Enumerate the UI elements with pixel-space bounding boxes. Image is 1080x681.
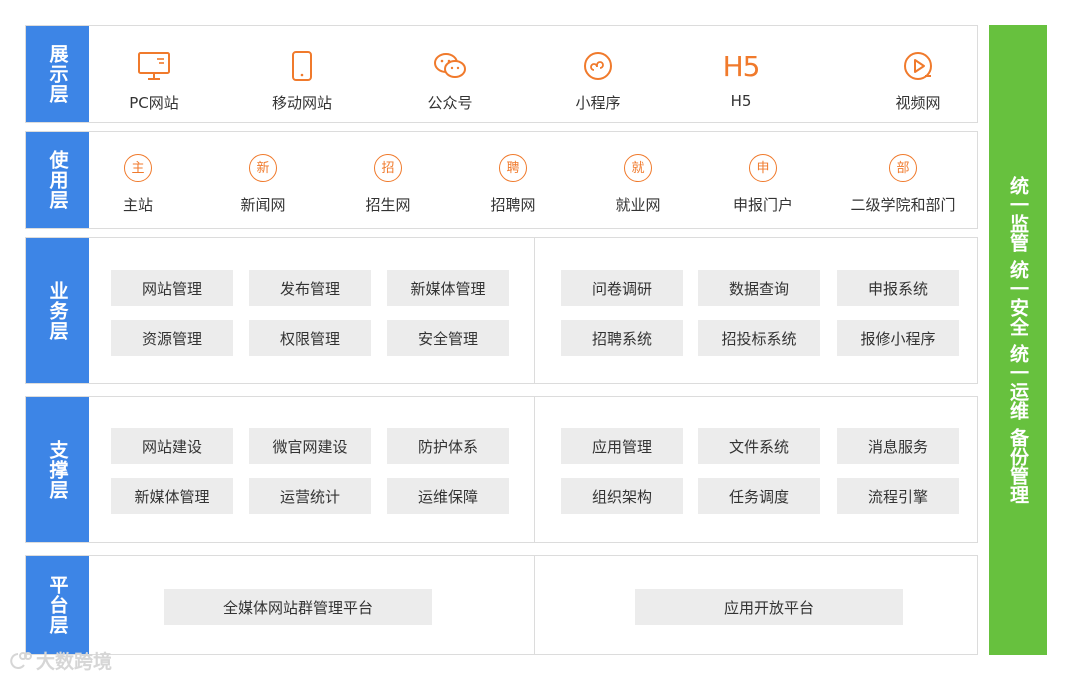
platform-module-open: 应用开放平台 — [635, 589, 903, 625]
platform-module-media: 全媒体网站群管理平台 — [164, 589, 432, 625]
support-module: 网站建设 — [111, 428, 233, 464]
right-bar-item: 备份管理 — [1007, 428, 1029, 504]
watermark-logo-icon — [10, 651, 32, 669]
usage-label: 招生网 — [365, 196, 411, 214]
support-module: 文件系统 — [698, 428, 820, 464]
display-label-mobile: 移动网站 — [271, 94, 332, 112]
usage-label: 就业网 — [615, 196, 661, 214]
badge-icon: 主 — [124, 154, 152, 182]
badge-icon: 招 — [374, 154, 402, 182]
support-module: 微官网建设 — [249, 428, 371, 464]
support-module: 组织架构 — [561, 478, 683, 514]
right-bar-item: 统一安全 — [1007, 260, 1029, 336]
display-item-pc: PC网站 — [99, 46, 209, 113]
right-bar-item: 统一运维 — [1007, 344, 1029, 420]
usage-layer: 使用层 主 主站 新 新闻网 招 招生网 聘 招聘网 就 就业网 申 申报门户 … — [25, 131, 978, 229]
support-module: 任务调度 — [698, 478, 820, 514]
usage-item: 就 就业网 — [583, 148, 693, 215]
usage-item: 招 招生网 — [333, 148, 443, 215]
layer-label-display: 展示层 — [26, 26, 89, 122]
display-label-mini-program: 小程序 — [575, 94, 621, 112]
support-module: 应用管理 — [561, 428, 683, 464]
display-item-mini-program: 小程序 — [543, 46, 653, 113]
support-layer: 支撑层 网站建设 微官网建设 防护体系 新媒体管理 运营统计 运维保障 应用管理… — [25, 396, 978, 543]
usage-label: 申报门户 — [732, 196, 793, 214]
business-module: 发布管理 — [249, 270, 371, 306]
business-module: 报修小程序 — [837, 320, 959, 356]
display-label-pc: PC网站 — [129, 94, 179, 112]
mobile-phone-icon — [292, 51, 312, 81]
badge-icon: 部 — [889, 154, 917, 182]
support-module: 消息服务 — [837, 428, 959, 464]
business-module: 资源管理 — [111, 320, 233, 356]
display-item-mobile: 移动网站 — [247, 46, 357, 113]
usage-label: 二级学院和部门 — [850, 196, 956, 214]
business-module: 数据查询 — [698, 270, 820, 306]
business-module: 招聘系统 — [561, 320, 683, 356]
usage-item: 聘 招聘网 — [458, 148, 568, 215]
display-items: PC网站 移动网站 公众号 小程序 H5 H5 视频网 — [89, 26, 977, 122]
support-module: 运营统计 — [249, 478, 371, 514]
layer-divider — [534, 556, 535, 654]
layer-label-business: 业务层 — [26, 238, 89, 383]
usage-label: 主站 — [122, 196, 153, 214]
badge-icon: 就 — [624, 154, 652, 182]
display-item-video: 视频网 — [863, 46, 973, 113]
usage-item: 新 新闻网 — [208, 148, 318, 215]
business-module: 网站管理 — [111, 270, 233, 306]
support-module: 运维保障 — [387, 478, 509, 514]
watermark-text: 大数跨境 — [36, 651, 113, 673]
business-module: 权限管理 — [249, 320, 371, 356]
badge-icon: 申 — [749, 154, 777, 182]
usage-label: 新闻网 — [240, 196, 286, 214]
platform-layer: 平台层 全媒体网站群管理平台 应用开放平台 — [25, 555, 978, 655]
business-module: 问卷调研 — [561, 270, 683, 306]
usage-item: 主 主站 — [83, 148, 193, 215]
support-module: 流程引擎 — [837, 478, 959, 514]
h5-icon: H5 — [722, 49, 761, 83]
display-item-h5: H5 H5 — [686, 46, 796, 111]
mini-program-icon — [584, 52, 612, 80]
usage-item: 部 二级学院和部门 — [833, 148, 973, 215]
layer-divider — [534, 238, 535, 383]
watermark: 大数跨境 — [8, 647, 112, 674]
support-module: 新媒体管理 — [111, 478, 233, 514]
display-label-video: 视频网 — [895, 94, 941, 112]
usage-items: 主 主站 新 新闻网 招 招生网 聘 招聘网 就 就业网 申 申报门户 部 二级… — [89, 132, 977, 228]
support-module: 防护体系 — [387, 428, 509, 464]
badge-icon: 新 — [249, 154, 277, 182]
display-layer: 展示层 PC网站 移动网站 公众号 小程序 H5 H5 视频网 — [25, 25, 978, 123]
layer-label-support: 支撑层 — [26, 397, 89, 542]
usage-label: 招聘网 — [490, 196, 536, 214]
wechat-icon — [434, 53, 466, 78]
unified-management-bar: 统一监管 统一安全 统一运维 备份管理 — [989, 25, 1047, 655]
usage-item: 申 申报门户 — [708, 148, 818, 215]
badge-icon: 聘 — [499, 154, 527, 182]
display-label-wechat: 公众号 — [427, 94, 473, 112]
business-layer: 业务层 网站管理 发布管理 新媒体管理 资源管理 权限管理 安全管理 问卷调研 … — [25, 237, 978, 384]
layer-label-usage: 使用层 — [26, 132, 89, 228]
display-label-h5: H5 — [730, 92, 752, 110]
business-module: 安全管理 — [387, 320, 509, 356]
business-module: 申报系统 — [837, 270, 959, 306]
video-play-icon — [904, 52, 932, 80]
layer-label-platform: 平台层 — [26, 556, 89, 654]
right-bar-item: 统一监管 — [1007, 176, 1029, 252]
business-module: 招投标系统 — [698, 320, 820, 356]
layer-divider — [534, 397, 535, 542]
business-module: 新媒体管理 — [387, 270, 509, 306]
monitor-icon — [138, 52, 170, 80]
display-item-wechat: 公众号 — [395, 46, 505, 113]
